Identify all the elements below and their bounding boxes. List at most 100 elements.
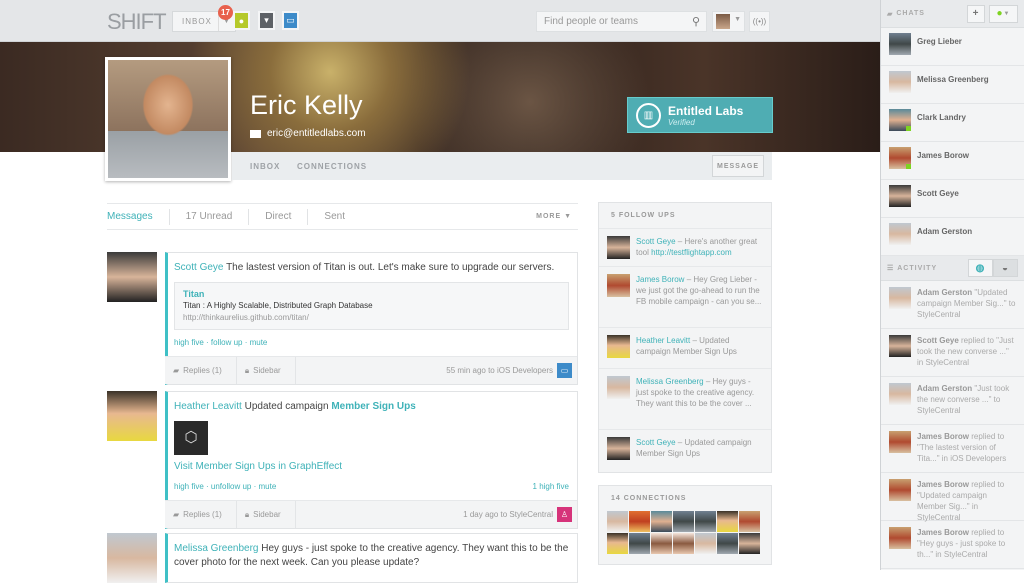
follow-up-link[interactable]: http://testflightapp.com bbox=[651, 248, 732, 257]
connection-avatar[interactable] bbox=[607, 511, 628, 532]
connection-avatar[interactable] bbox=[629, 511, 650, 532]
grapheffect-logo-icon[interactable]: ⬡ bbox=[174, 421, 208, 455]
avatar bbox=[607, 236, 630, 259]
replies-button[interactable]: ▰ Replies (1) bbox=[165, 357, 237, 384]
profile-name: Eric Kelly bbox=[250, 90, 363, 120]
tab-connections[interactable]: CONNECTIONS bbox=[297, 162, 367, 171]
group-icon[interactable]: ♙ bbox=[557, 507, 572, 522]
author-link[interactable]: Heather Leavitt bbox=[174, 401, 242, 412]
tab-direct[interactable]: Direct bbox=[249, 208, 309, 225]
tab-messages[interactable]: Messages bbox=[107, 208, 170, 225]
connection-avatar[interactable] bbox=[607, 533, 628, 554]
chat-item[interactable]: Adam Gerston bbox=[881, 218, 1024, 256]
replies-button[interactable]: ▰ Replies (1) bbox=[165, 501, 237, 528]
connection-avatar[interactable] bbox=[673, 533, 694, 554]
tab-sent[interactable]: Sent bbox=[308, 209, 361, 225]
follow-up-item[interactable]: James Borow – Hey Greg Lieber - we just … bbox=[599, 266, 771, 327]
search-placeholder: Find people or teams bbox=[544, 16, 638, 27]
activity-item[interactable]: James Borow replied to "Updated campaign… bbox=[881, 473, 1024, 522]
activity-item[interactable]: James Borow replied to "The lastest vers… bbox=[881, 425, 1024, 473]
list-icon: ☰ bbox=[887, 265, 898, 272]
activity-name[interactable]: James Borow bbox=[917, 432, 969, 441]
avatar[interactable] bbox=[107, 391, 157, 441]
follow-up-name[interactable]: Heather Leavitt bbox=[636, 336, 690, 345]
follow-up-item[interactable]: Scott Geye – Updated campaign Member Sig… bbox=[599, 429, 771, 469]
avatar bbox=[889, 109, 911, 131]
feed-item: Scott Geye The lastest version of Titan … bbox=[165, 252, 578, 385]
connection-avatar[interactable] bbox=[717, 511, 738, 532]
chat-item[interactable]: Clark Landry bbox=[881, 104, 1024, 142]
activity-item[interactable]: Adam Gerston "Updated campaign Member Si… bbox=[881, 281, 1024, 329]
campaign-link[interactable]: Member Sign Ups bbox=[331, 401, 415, 412]
lightbulb-app-icon[interactable]: ● bbox=[233, 11, 250, 30]
status-dropdown[interactable]: ● ▼ bbox=[989, 4, 1018, 23]
user-menu-button[interactable]: ▼ bbox=[712, 11, 745, 32]
connection-avatar[interactable] bbox=[739, 533, 760, 554]
follow-up-item[interactable]: Heather Leavitt – Updated campaign Membe… bbox=[599, 327, 771, 368]
activity-item[interactable]: James Borow replied to "Hey guys - just … bbox=[881, 521, 1024, 569]
chat-item[interactable]: Melissa Greenberg bbox=[881, 66, 1024, 104]
shift-logo[interactable]: SHIFT bbox=[107, 9, 167, 35]
avatar[interactable] bbox=[107, 252, 157, 302]
mute-link[interactable]: mute bbox=[259, 480, 277, 494]
globe-icon[interactable]: ◍ bbox=[968, 259, 993, 277]
tab-unread[interactable]: 17 Unread bbox=[170, 208, 250, 225]
chat-item[interactable]: Scott Geye bbox=[881, 180, 1024, 218]
follow-up-name[interactable]: Scott Geye bbox=[636, 438, 676, 447]
high-five-link[interactable]: high five bbox=[174, 480, 204, 494]
high-five-link[interactable]: high five bbox=[174, 336, 204, 350]
author-link[interactable]: Scott Geye bbox=[174, 262, 223, 273]
add-chat-button[interactable]: + bbox=[967, 4, 985, 23]
company-badge[interactable]: ▥ Entitled Labs Verified bbox=[627, 97, 773, 133]
follow-up-name[interactable]: James Borow bbox=[636, 275, 684, 284]
inbox-tray-icon[interactable]: ◒ bbox=[993, 259, 1018, 277]
avatar bbox=[607, 274, 630, 297]
connection-avatar[interactable] bbox=[651, 533, 672, 554]
connection-avatar[interactable] bbox=[629, 533, 650, 554]
tab-inbox[interactable]: INBOX bbox=[250, 162, 280, 171]
mute-link[interactable]: mute bbox=[250, 336, 268, 350]
visit-link[interactable]: Visit Member Sign Ups in GraphEffect bbox=[174, 460, 569, 474]
connection-avatar[interactable] bbox=[673, 511, 694, 532]
feed-item: Heather Leavitt Updated campaign Member … bbox=[165, 391, 578, 529]
follow-up-link[interactable]: follow up bbox=[211, 336, 243, 350]
follow-up-item[interactable]: Melissa Greenberg – Hey guys - just spok… bbox=[599, 368, 771, 429]
connection-avatar[interactable] bbox=[695, 533, 716, 554]
building-icon: ▥ bbox=[636, 103, 661, 128]
broadcast-icon[interactable]: ((•)) bbox=[749, 11, 770, 32]
unfollow-up-link[interactable]: unfollow up bbox=[211, 480, 251, 494]
follow-up-name[interactable]: Melissa Greenberg bbox=[636, 377, 704, 386]
unread-badge: 17 bbox=[218, 5, 233, 20]
activity-name[interactable]: Scott Geye bbox=[917, 336, 959, 345]
follow-up-name[interactable]: Scott Geye bbox=[636, 237, 676, 246]
sidebar-button[interactable]: 🔒︎ Sidebar bbox=[237, 501, 296, 528]
connection-avatar[interactable] bbox=[739, 511, 760, 532]
profile-email[interactable]: eric@entitledlabs.com bbox=[250, 128, 366, 139]
activity-name[interactable]: James Borow bbox=[917, 528, 969, 537]
connection-avatar[interactable] bbox=[717, 533, 738, 554]
device-app-icon[interactable]: ▭ bbox=[282, 11, 299, 30]
activity-item[interactable]: Scott Geye replied to "Just took the new… bbox=[881, 329, 1024, 377]
activity-list: Adam Gerston "Updated campaign Member Si… bbox=[881, 281, 1024, 569]
sidebar-button[interactable]: 🔒︎ Sidebar bbox=[237, 357, 296, 384]
message-button[interactable]: MESSAGE bbox=[712, 155, 764, 177]
chat-item[interactable]: Greg Lieber bbox=[881, 28, 1024, 66]
activity-name[interactable]: James Borow bbox=[917, 480, 969, 489]
activity-name[interactable]: Adam Gerston bbox=[917, 288, 972, 297]
group-icon[interactable]: ▭ bbox=[557, 363, 572, 378]
activity-item[interactable]: Adam Gerston "Just took the new converse… bbox=[881, 377, 1024, 425]
avatar[interactable] bbox=[107, 533, 157, 583]
link-preview[interactable]: Titan Titan : A Highly Scalable, Distrib… bbox=[174, 282, 569, 330]
search-input[interactable]: Find people or teams ⚲ bbox=[536, 11, 707, 32]
high-five-count[interactable]: 1 high five bbox=[533, 480, 569, 494]
chat-item[interactable]: James Borow bbox=[881, 142, 1024, 180]
more-dropdown[interactable]: MORE ▼ bbox=[536, 213, 578, 220]
chats-title: CHATS bbox=[896, 10, 925, 17]
search-icon[interactable]: ⚲ bbox=[692, 15, 700, 28]
author-link[interactable]: Melissa Greenberg bbox=[174, 543, 258, 554]
connection-avatar[interactable] bbox=[651, 511, 672, 532]
trophy-app-icon[interactable]: ▾ bbox=[258, 11, 275, 30]
follow-up-item[interactable]: Scott Geye – Here's another great tool h… bbox=[599, 228, 771, 266]
connection-avatar[interactable] bbox=[695, 511, 716, 532]
activity-name[interactable]: Adam Gerston bbox=[917, 384, 972, 393]
